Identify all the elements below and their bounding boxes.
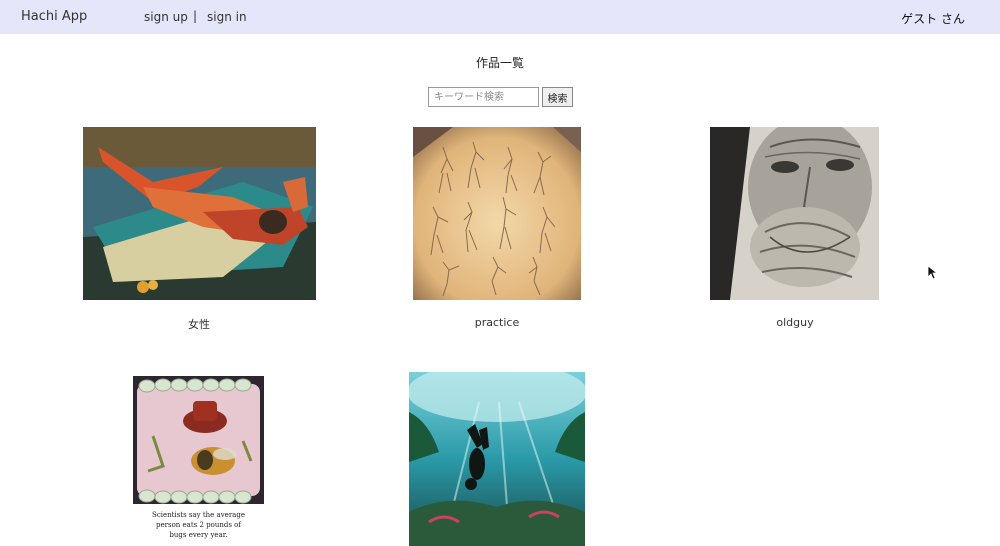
search-button[interactable]: 検索 [542, 87, 573, 107]
work-title-1[interactable]: 女性 [99, 316, 299, 332]
work-thumbnail-3[interactable] [710, 127, 879, 300]
figure-sketches-icon [413, 127, 581, 300]
painting-reclining-woman-icon [83, 127, 316, 300]
illustration-caption: Scientists say the average person eats 2… [152, 511, 245, 539]
underwater-diver-icon [409, 372, 585, 546]
user-name: ゲスト さん [901, 12, 965, 26]
work-thumbnail-1[interactable] [83, 127, 316, 300]
illustration-bug-in-mouth-icon [133, 376, 264, 504]
brand-logo[interactable]: Hachi App [21, 9, 87, 24]
pencil-portrait-old-man-icon [710, 127, 879, 300]
search-input[interactable] [428, 87, 539, 107]
nav-separator: | [193, 9, 198, 23]
signin-link[interactable]: sign in [207, 10, 247, 24]
navbar: Hachi App sign up | sign in ゲスト さん [0, 0, 1000, 34]
work-title-3[interactable]: oldguy [695, 316, 895, 329]
mouse-cursor-icon [928, 266, 938, 280]
work-thumbnail-4[interactable]: Scientists say the average person eats 2… [133, 376, 264, 546]
work-thumbnail-5[interactable] [409, 372, 585, 546]
work-title-2[interactable]: practice [397, 316, 597, 329]
page-title: 作品一覧 [475, 56, 524, 70]
signup-link[interactable]: sign up [144, 10, 188, 24]
work-thumbnail-2[interactable] [413, 127, 581, 300]
